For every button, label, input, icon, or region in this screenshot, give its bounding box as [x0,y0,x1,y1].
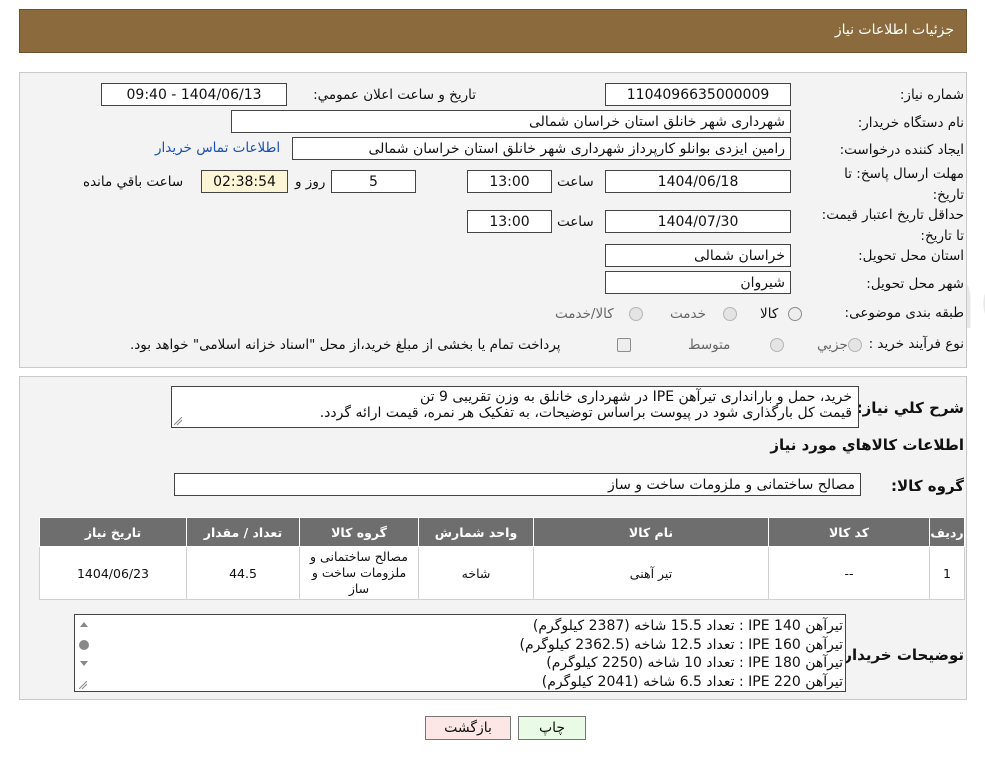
validity-time-label: ساعت [557,214,594,230]
col-date: تاریخ نیاز [39,517,187,547]
cell-name: تیر آهنی [533,546,769,600]
col-row: ردیف [929,517,965,547]
resize-handle-icon[interactable] [79,681,87,689]
reply-time-label: ساعت [557,174,594,190]
category-option-service: خدمت [670,306,706,322]
print-button[interactable]: چاپ [518,716,586,740]
announce-field: 1404/06/13 - 09:40 [101,83,287,106]
process-type-label: نوع فرآیند خرید : [868,336,964,352]
city-label: شهر محل تحویل: [866,276,964,292]
description-label: شرح کلي نیاز: [856,399,964,417]
cell-qty: 44.5 [186,546,300,600]
need-number-label: شماره نیاز: [899,87,964,103]
process-radio-medium[interactable] [770,338,784,352]
cell-date: 1404/06/23 [39,546,187,600]
description-textarea[interactable]: خرید، حمل و بارانداری تیرآهن IPE در شهرد… [171,386,859,428]
cell-row: 1 [929,546,965,600]
need-number-field: 1104096635000009 [605,83,791,106]
category-radio-service[interactable] [723,307,737,321]
process-treasury-checkbox[interactable] [617,338,631,352]
goods-group-field: مصالح ساختمانی و ملزومات ساخت و ساز [174,473,861,496]
province-label: استان محل تحویل: [858,248,964,264]
validity-label: حداقل تاریخ اعتبار قیمت: تا تاریخ: [821,207,964,244]
days-label: روز و [295,174,326,190]
buyer-notes-scrollbar[interactable] [77,617,91,689]
items-table: ردیف کد کالا نام کالا واحد شمارش گروه کا… [39,517,965,600]
buyer-notes-textarea[interactable]: تیرآهن IPE 140 : تعداد 15.5 شاخه (2387 ک… [74,614,846,692]
creator-field: رامین ایزدی بوانلو کارپرداز شهرداری شهر … [292,137,791,160]
remaining-time-field: 02:38:54 [201,170,288,193]
description-line-1: خرید، حمل و بارانداری تیرآهن IPE در شهرد… [419,389,852,405]
buyer-org-label: نام دستگاه خریدار: [857,115,964,131]
process-option-medium: متوسط [688,337,731,353]
category-radio-goods[interactable] [788,307,802,321]
buyer-notes-content: تیرآهن IPE 140 : تعداد 15.5 شاخه (2387 ک… [95,617,843,691]
buyer-notes-label: توضیحات خریدار: [837,646,964,664]
city-field: شیروان [605,271,791,294]
buyer-note-line: تیرآهن IPE 160 : تعداد 12.5 شاخه (2362.5… [519,636,843,653]
scroll-thumb[interactable] [79,640,89,650]
items-table-wrapper: ردیف کد کالا نام کالا واحد شمارش گروه کا… [39,517,965,605]
creator-label: ایجاد کننده درخواست: [839,142,964,158]
col-group: گروه کالا [299,517,419,547]
back-button[interactable]: بازگشت [425,716,511,740]
buyer-note-line: تیرآهن IPE 180 : تعداد 10 شاخه (2250 کیل… [546,655,843,671]
process-option-minor: جزيي [817,337,848,353]
table-header-row: ردیف کد کالا نام کالا واحد شمارش گروه کا… [39,517,965,547]
page-title: جزئیات اطلاعات نیاز [834,22,954,38]
buyer-note-line: تیرآهن IPE 140 : تعداد 15.5 شاخه (2387 ک… [532,618,843,634]
reply-deadline-label: مهلت ارسال پاسخ: تا تاریخ: [844,166,964,203]
cell-group: مصالح ساختمانی و ملزومات ساخت و ساز [299,546,419,600]
goods-section-title: اطلاعات کالاهاي مورد نیاز [770,436,964,454]
category-option-goods: کالا [760,306,779,322]
scroll-up-icon[interactable] [77,619,91,629]
cell-code: -- [768,546,930,600]
goods-group-label: گروه کالا: [891,477,964,495]
col-code: کد کالا [768,517,930,547]
validity-date-field: 1404/07/30 [605,210,791,233]
remaining-time-label: ساعت باقي مانده [83,174,184,190]
col-unit: واحد شمارش [418,517,534,547]
cell-unit: شاخه [418,546,534,600]
col-name: نام کالا [533,517,769,547]
process-note: پرداخت تمام یا بخشی از مبلغ خرید،از محل … [130,337,561,353]
reply-time-field: 13:00 [467,170,552,193]
category-label: طبقه بندی موضوعی: [844,305,964,321]
days-field: 5 [331,170,416,193]
province-field: خراسان شمالی [605,244,791,267]
category-option-goods-service: کالا/خدمت [555,306,614,322]
reply-date-field: 1404/06/18 [605,170,791,193]
buyer-org-field: شهرداری شهر خانلق استان خراسان شمالی [231,110,791,133]
col-qty: تعداد / مقدار [186,517,300,547]
announce-label: تاریخ و ساعت اعلان عمومي: [313,87,476,103]
resize-handle-icon[interactable] [174,417,182,425]
process-radio-minor[interactable] [848,338,862,352]
description-line-2: قیمت کل بارگذاری شود در پیوست براساس توض… [319,405,852,421]
table-row[interactable]: 1 -- تیر آهنی شاخه مصالح ساختمانی و ملزو… [39,546,965,600]
page-header: جزئیات اطلاعات نیاز [19,9,967,53]
category-radio-goods-service[interactable] [629,307,643,321]
contact-buyer-link[interactable]: اطلاعات تماس خریدار [155,140,280,156]
validity-time-field: 13:00 [467,210,552,233]
scroll-down-icon[interactable] [77,659,91,669]
buyer-note-line: تیرآهن IPE 220 : تعداد 6.5 شاخه (2041 کی… [541,673,843,690]
